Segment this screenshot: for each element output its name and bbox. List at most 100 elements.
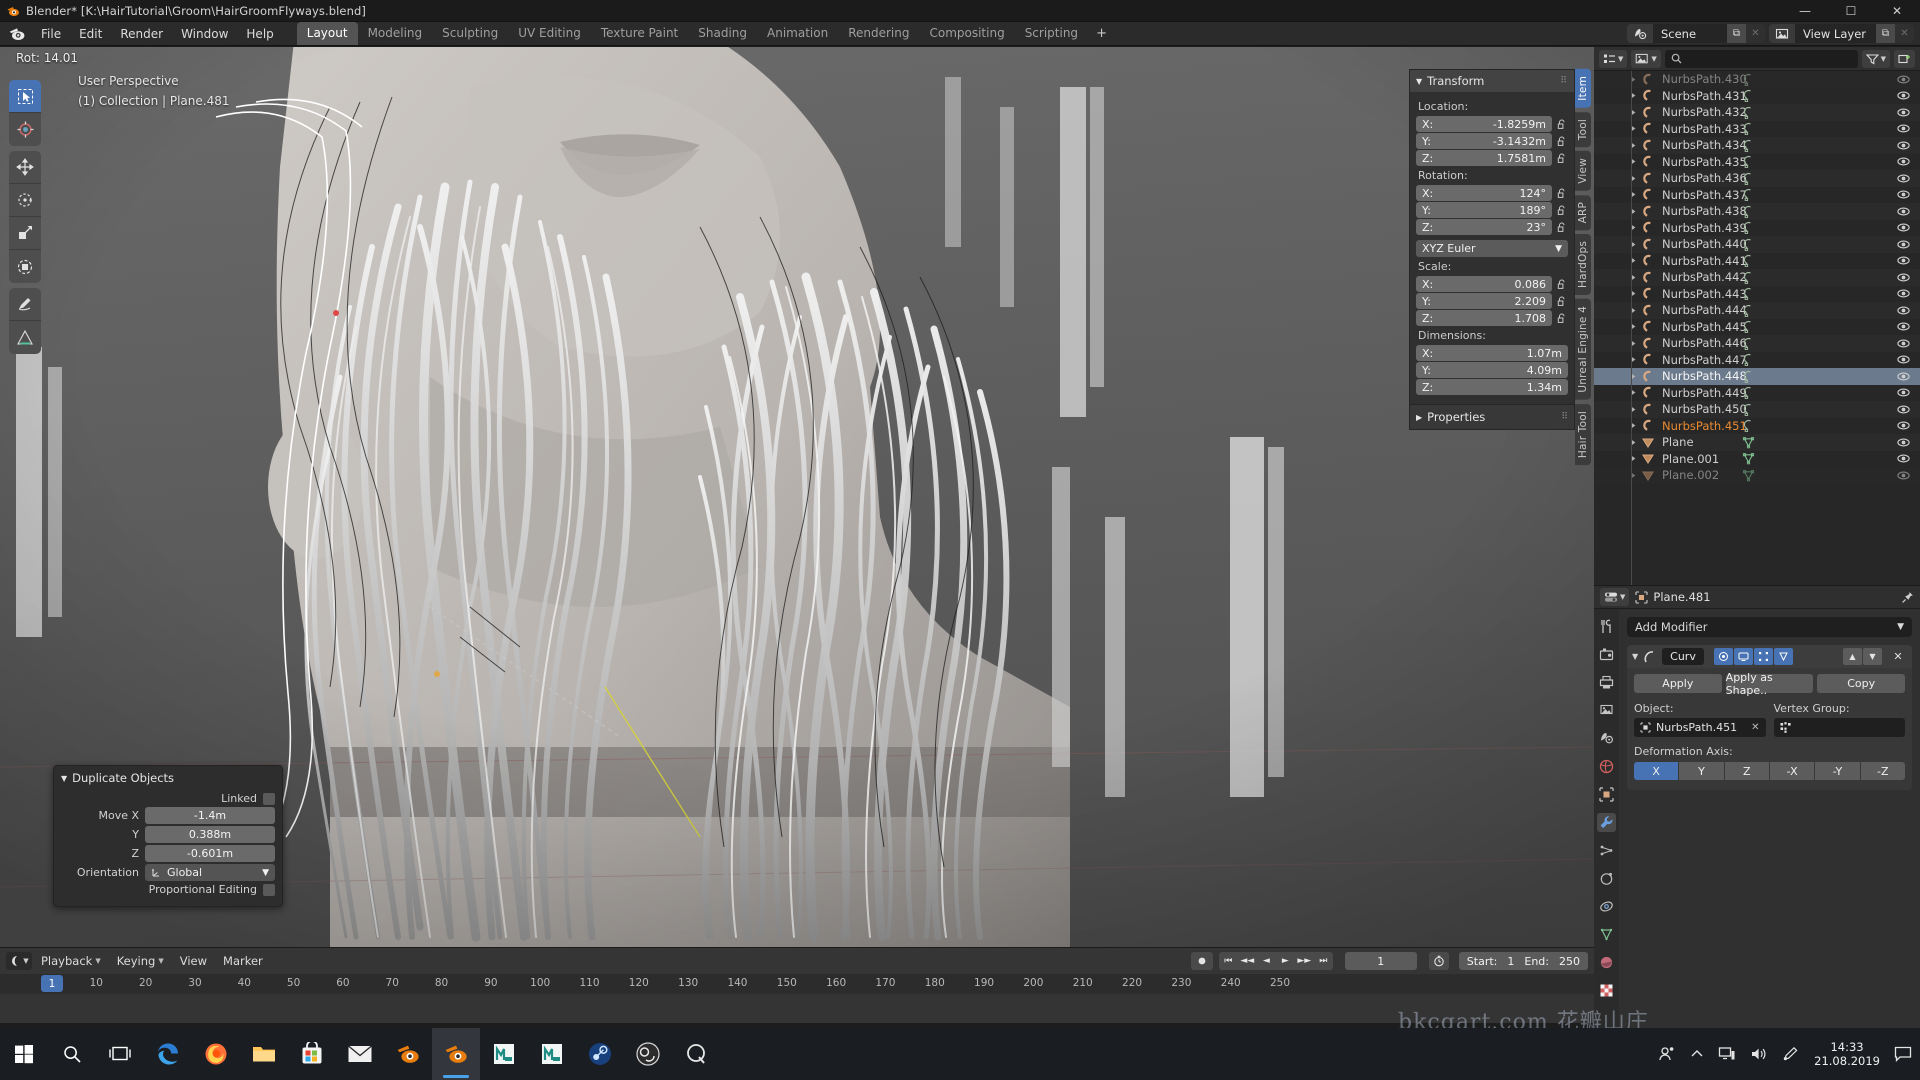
expand-arrow-icon[interactable]: [1630, 455, 1637, 462]
visibility-eye-icon[interactable]: [1897, 106, 1910, 119]
lock-open-icon[interactable]: [1556, 222, 1568, 233]
move-y-value[interactable]: 0.388m: [145, 826, 275, 843]
mesh-data-icon[interactable]: [1742, 436, 1755, 449]
curve-data-icon[interactable]: [1742, 238, 1755, 251]
transform-panel-header[interactable]: ▼ Transform ⠿: [1410, 70, 1574, 92]
pin-icon[interactable]: [1901, 591, 1914, 604]
people-icon[interactable]: [1658, 1045, 1676, 1063]
outliner-new-collection-button[interactable]: [1894, 49, 1915, 68]
linked-row[interactable]: Linked: [61, 792, 275, 805]
rotation-mode-dropdown[interactable]: XYZ Euler ▼: [1416, 240, 1568, 257]
workspace-tab-layout[interactable]: Layout: [296, 22, 358, 45]
current-frame-field[interactable]: 1: [1344, 952, 1417, 970]
move-tool-button[interactable]: [9, 151, 41, 184]
visibility-eye-icon[interactable]: [1897, 139, 1910, 152]
visibility-eye-icon[interactable]: [1897, 221, 1910, 234]
visibility-eye-icon[interactable]: [1897, 205, 1910, 218]
visibility-eye-icon[interactable]: [1897, 172, 1910, 185]
viewport-toolbar[interactable]: [9, 80, 41, 359]
visibility-eye-icon[interactable]: [1897, 254, 1910, 267]
expand-arrow-icon[interactable]: [1630, 142, 1637, 149]
orientation-row[interactable]: Orientation Global ▼: [61, 864, 275, 881]
operator-panel-header[interactable]: ▼ Duplicate Objects: [54, 766, 282, 790]
tab-texture-icon[interactable]: [1597, 981, 1616, 1000]
curve-data-icon[interactable]: [1742, 122, 1755, 136]
properties-breadcrumb[interactable]: Plane.481: [1635, 590, 1711, 604]
previous-keyframe-button[interactable]: ◄◄: [1238, 952, 1257, 970]
curve-data-icon[interactable]: [1742, 386, 1755, 400]
outliner-item-nurbspath-435[interactable]: NurbsPath.435: [1594, 154, 1920, 171]
tab-modifier-icon[interactable]: [1597, 813, 1616, 832]
expand-arrow-icon[interactable]: [1630, 175, 1637, 182]
expand-arrow-icon[interactable]: [1630, 307, 1637, 314]
sidebar-tab-hardops[interactable]: HardOps: [1575, 234, 1591, 295]
curve-data-icon[interactable]: [1742, 370, 1755, 383]
curve-data-icon[interactable]: [1742, 353, 1755, 367]
lock-open-icon[interactable]: [1556, 136, 1568, 147]
curve-data-icon[interactable]: [1742, 419, 1755, 433]
lock-open-icon[interactable]: [1556, 296, 1568, 307]
outliner-display-mode-dropdown[interactable]: ▼: [1631, 49, 1661, 68]
workspace-tab-modeling[interactable]: Modeling: [358, 22, 433, 45]
start-icon[interactable]: [0, 1028, 48, 1080]
copy-modifier-button[interactable]: Copy: [1817, 674, 1906, 693]
workspace-tab-compositing[interactable]: Compositing: [919, 22, 1014, 45]
quixel-icon[interactable]: [672, 1028, 720, 1080]
visibility-eye-icon[interactable]: [1897, 353, 1910, 366]
menu-render[interactable]: Render: [111, 24, 172, 44]
modifier-vertex-group-field[interactable]: [1773, 718, 1905, 737]
lock-open-icon[interactable]: [1556, 188, 1568, 199]
curve-data-icon[interactable]: [1742, 89, 1755, 103]
expand-arrow-icon[interactable]: [1630, 125, 1637, 132]
marmoset-icon-2[interactable]: [528, 1028, 576, 1080]
rotation-x-row[interactable]: X: 124°: [1416, 185, 1568, 201]
outliner-item-nurbspath-451[interactable]: NurbsPath.451: [1594, 418, 1920, 435]
visibility-eye-icon[interactable]: [1897, 89, 1910, 102]
sidebar-tab-hair-tool[interactable]: Hair Tool: [1575, 403, 1591, 465]
outliner-search-input[interactable]: [1686, 52, 1852, 65]
outliner-item-nurbspath-448[interactable]: NurbsPath.448: [1594, 368, 1920, 385]
curve-data-icon[interactable]: [1742, 337, 1755, 350]
visibility-eye-icon[interactable]: [1897, 370, 1910, 383]
modifier-header[interactable]: ▼ Curv ▲ ▼ ✕: [1627, 645, 1912, 668]
on-cage-toggle[interactable]: [1773, 648, 1793, 665]
tab-particles-icon[interactable]: [1597, 841, 1616, 860]
proportional-editing-row[interactable]: Proportional Editing: [61, 883, 275, 896]
move-modifier-up-button[interactable]: ▲: [1843, 648, 1862, 665]
add-modifier-dropdown[interactable]: Add Modifier ▼: [1627, 617, 1912, 637]
network-icon[interactable]: [1718, 1046, 1736, 1062]
visibility-eye-icon[interactable]: [1897, 436, 1910, 449]
unlink-scene-button[interactable]: ✕: [1745, 24, 1765, 43]
rotation-y-field[interactable]: Y: 189°: [1416, 202, 1552, 218]
menu-help[interactable]: Help: [237, 24, 282, 44]
tab-material-icon[interactable]: [1597, 953, 1616, 972]
frame-range-fields[interactable]: Start: 1 End: 250: [1458, 952, 1588, 970]
workspace-tab-animation[interactable]: Animation: [757, 22, 838, 45]
visibility-eye-icon[interactable]: [1897, 320, 1910, 333]
curve-data-icon[interactable]: [1742, 155, 1755, 169]
minimize-button[interactable]: —: [1782, 0, 1828, 22]
apply-modifier-button[interactable]: Apply: [1634, 674, 1722, 693]
select-box-tool-button[interactable]: [9, 80, 41, 113]
expand-arrow-icon[interactable]: [1630, 439, 1637, 446]
tab-object-icon[interactable]: [1597, 785, 1616, 804]
sidebar-tab-view[interactable]: View: [1575, 150, 1591, 191]
properties-editor-type-dropdown[interactable]: ▼: [1600, 588, 1630, 606]
new-view-layer-button[interactable]: ⧉: [1876, 24, 1895, 43]
new-scene-button[interactable]: ⧉: [1726, 24, 1746, 43]
deformation-axis-neg-z[interactable]: -Z: [1860, 762, 1905, 780]
deformation-axis-neg-x[interactable]: -X: [1769, 762, 1815, 780]
expand-arrow-icon[interactable]: [1630, 274, 1637, 281]
render-visibility-toggle[interactable]: [1713, 648, 1733, 665]
outliner-item-nurbspath-438[interactable]: NurbsPath.438: [1594, 203, 1920, 220]
timeline-menu-view[interactable]: View: [173, 952, 214, 970]
maximize-button[interactable]: ☐: [1828, 0, 1874, 22]
dimensions-y-row[interactable]: Y: 4.09m: [1416, 362, 1568, 378]
cursor-tool-button[interactable]: [9, 113, 41, 146]
tab-scene-icon[interactable]: [1597, 729, 1616, 748]
deformation-axis-x[interactable]: X: [1634, 762, 1679, 780]
dimensions-y-field[interactable]: Y: 4.09m: [1416, 362, 1568, 378]
scale-z-field[interactable]: Z: 1.708: [1416, 310, 1552, 326]
curve-data-icon[interactable]: [1742, 188, 1755, 202]
visibility-eye-icon[interactable]: [1897, 73, 1910, 86]
